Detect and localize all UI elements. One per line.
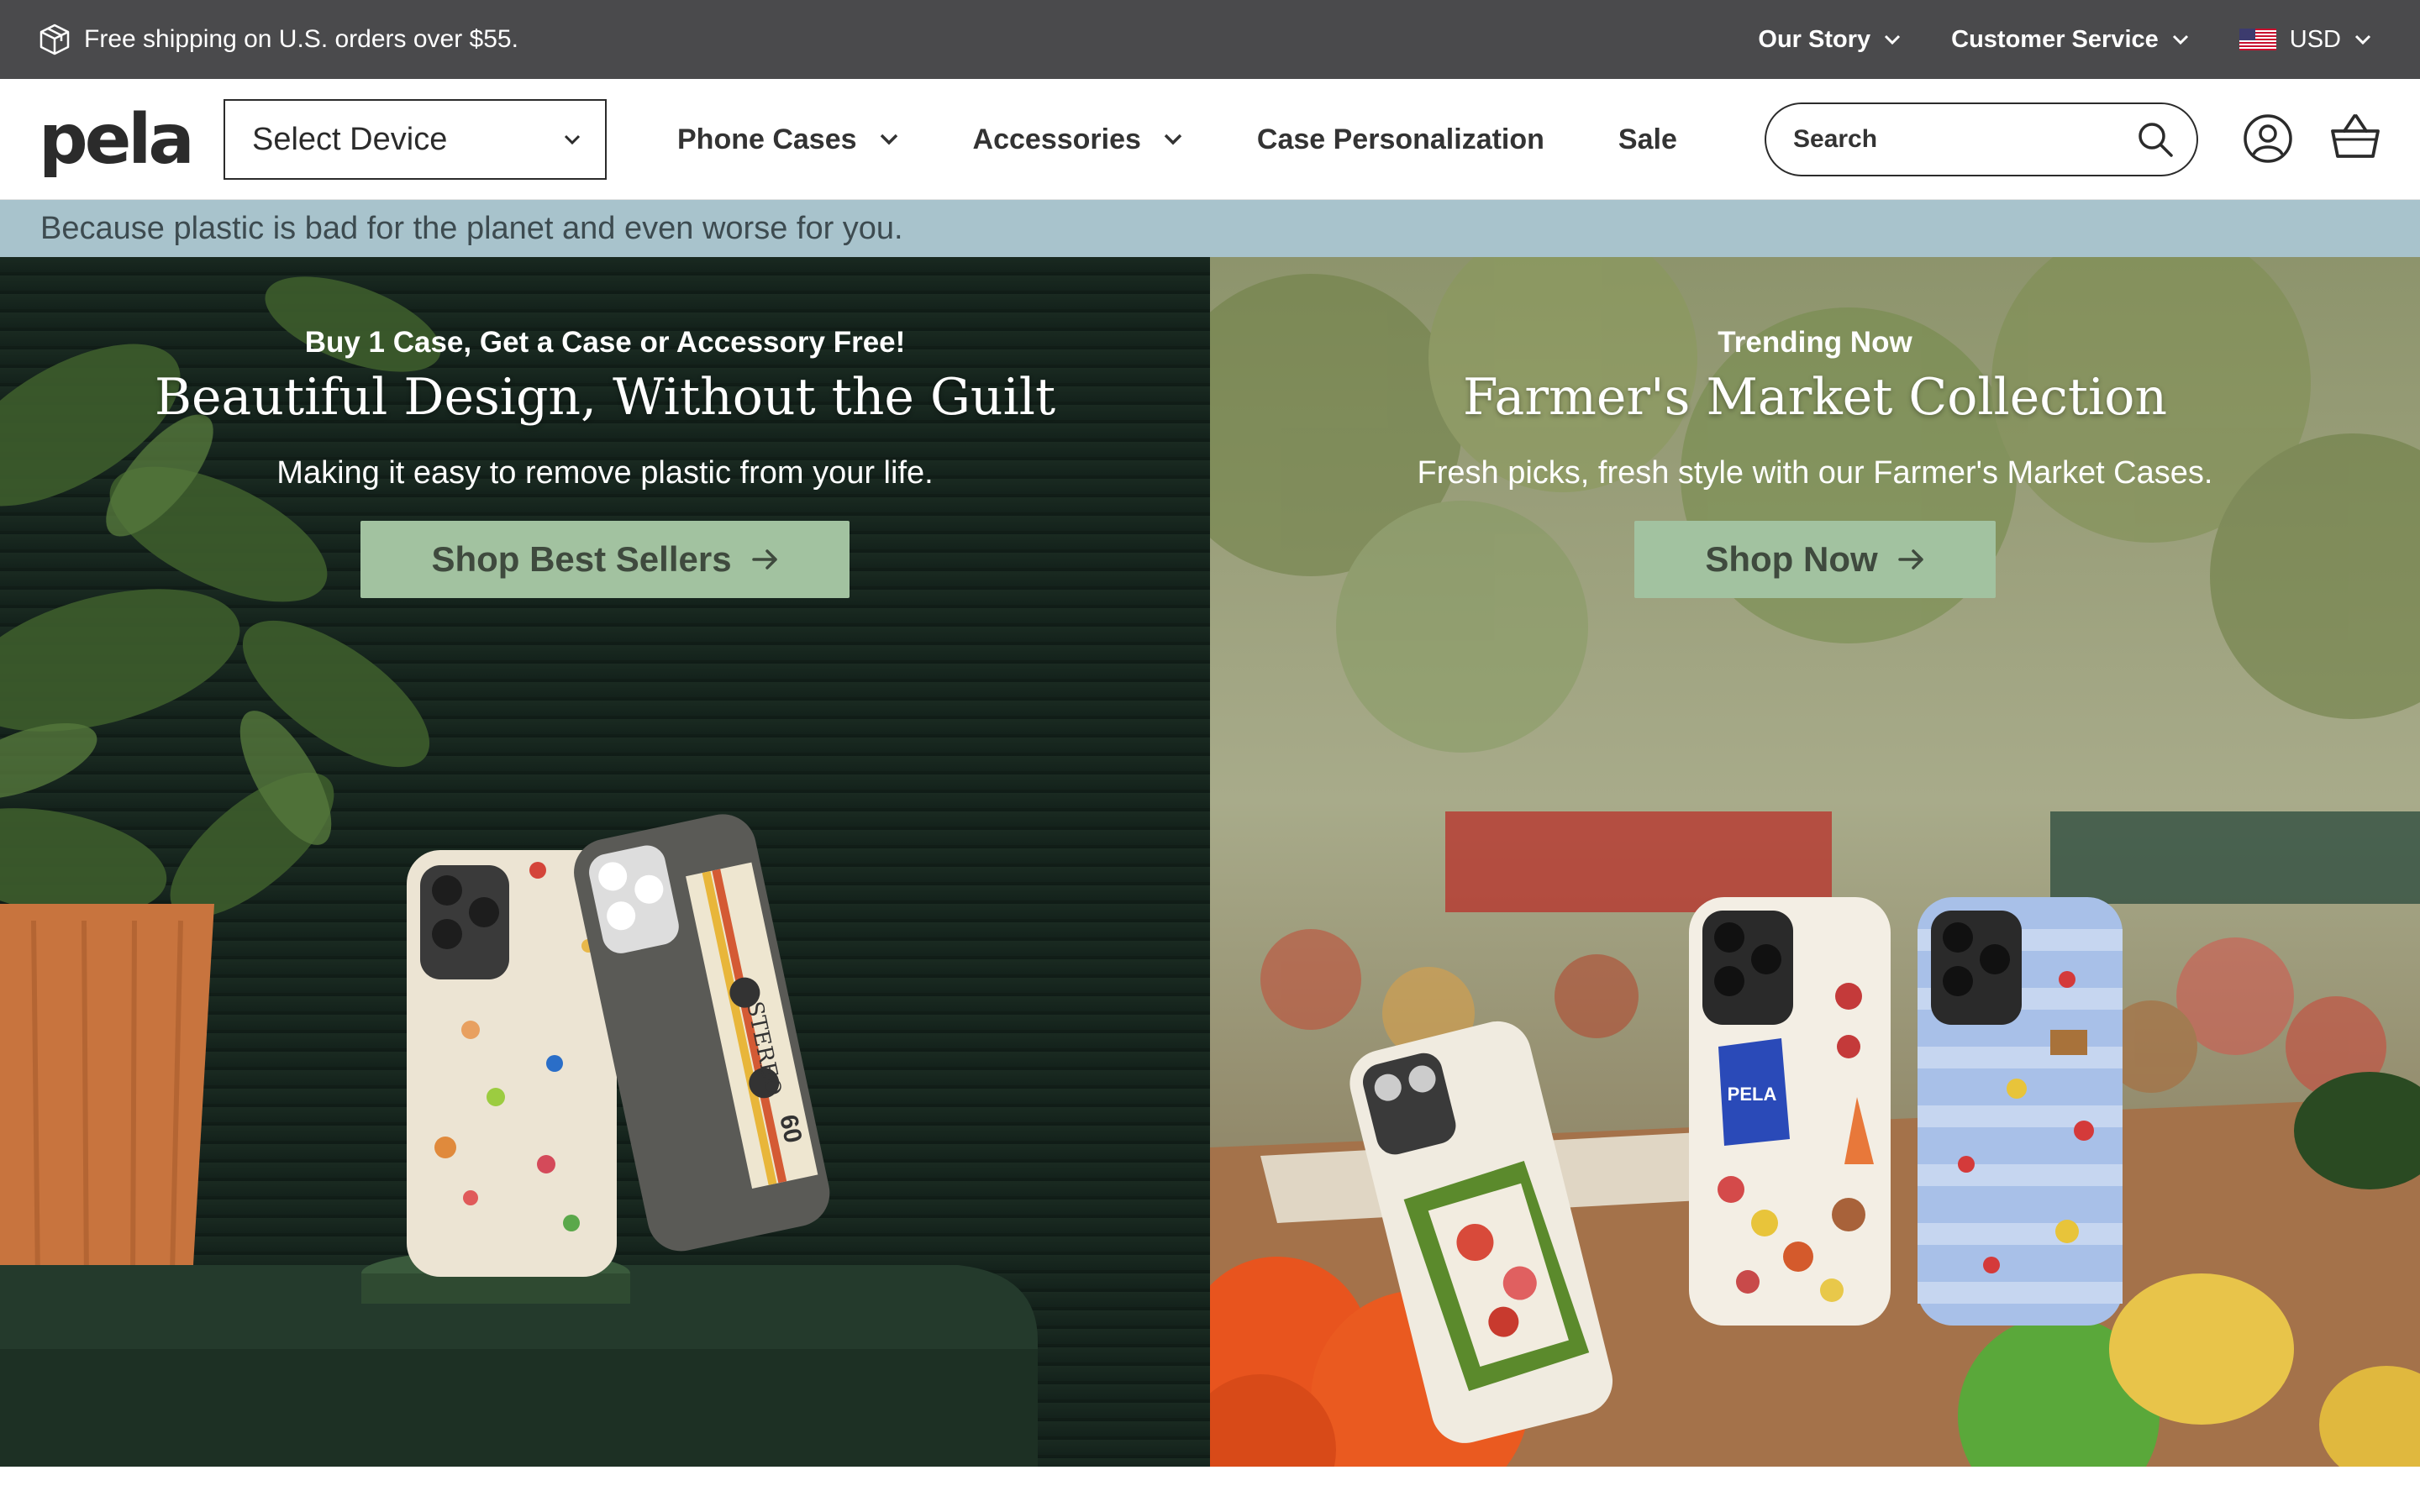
currency-label: USD [2289, 25, 2341, 53]
menu-accessories-label: Accessories [972, 123, 1141, 155]
menu-sale[interactable]: Sale [1618, 123, 1677, 156]
cart-icon[interactable] [2329, 111, 2381, 163]
pela-logo[interactable]: pela [39, 97, 195, 181]
currency-selector[interactable]: USD [2238, 25, 2371, 54]
search-box [1765, 102, 2198, 176]
account-icon[interactable] [2242, 113, 2294, 165]
hero-right-copy: Trending Now Farmer's Market Collection … [1210, 324, 2420, 598]
box-icon [39, 24, 70, 55]
chevron-down-icon [880, 134, 897, 145]
chevron-down-icon [564, 134, 581, 145]
tagline-text: Because plastic is bad for the planet an… [40, 210, 903, 246]
hero-farmers-market: PELA Trending Now Farmer's Market Collec… [1210, 257, 2420, 1467]
page-bottom-gap [0, 1467, 2420, 1512]
hero-left-subtext: Making it easy to remove plastic from yo… [276, 455, 934, 491]
shop-now-button[interactable]: Shop Now [1634, 521, 1996, 598]
menu-case-personalization[interactable]: Case Personalization [1257, 123, 1544, 156]
hero-left-eyebrow: Buy 1 Case, Get a Case or Accessory Free… [304, 326, 906, 359]
menu-sale-label: Sale [1618, 123, 1677, 155]
hero-right-eyebrow: Trending Now [1718, 326, 1912, 359]
hero-best-sellers: STEREO 60 Buy 1 Case, Get a Case or Acce… [0, 257, 1210, 1467]
chevron-down-icon [2354, 34, 2371, 45]
arrow-right-icon [751, 549, 777, 570]
chevron-down-icon [2172, 34, 2188, 45]
shop-now-label: Shop Now [1705, 539, 1878, 579]
market-bag-label: PELA [1728, 1084, 1777, 1105]
shop-best-sellers-button[interactable]: Shop Best Sellers [360, 521, 850, 598]
hero-left-copy: Buy 1 Case, Get a Case or Accessory Free… [0, 324, 1210, 598]
us-flag-icon [2238, 29, 2276, 50]
hero-right-headline: Farmer's Market Collection [1463, 368, 2167, 427]
main-nav: pela Select Device Phone Cases Accessori… [0, 79, 2420, 200]
hero-right-subtext: Fresh picks, fresh style with our Farmer… [1417, 455, 2213, 491]
our-story-link[interactable]: Our Story [1758, 26, 1901, 54]
search-input[interactable] [1791, 124, 2111, 155]
primary-menu: Phone Cases Accessories Case Personaliza… [677, 99, 1677, 180]
menu-phone-cases-label: Phone Cases [677, 123, 857, 155]
select-device-dropdown[interactable]: Select Device [224, 99, 607, 180]
hero-left-headline: Beautiful Design, Without the Guilt [154, 368, 1056, 427]
customer-service-label: Customer Service [1951, 25, 2159, 53]
cassette-number: 60 [774, 1112, 807, 1146]
search-icon[interactable] [2136, 120, 2175, 159]
menu-case-personalization-label: Case Personalization [1256, 123, 1544, 155]
our-story-label: Our Story [1758, 25, 1871, 53]
announcement-bar: Free shipping on U.S. orders over $55. O… [0, 0, 2420, 79]
shipping-text: Free shipping on U.S. orders over $55. [84, 25, 518, 53]
customer-service-link[interactable]: Customer Service [1951, 26, 2189, 54]
select-device-label: Select Device [252, 121, 448, 157]
arrow-right-icon [1897, 549, 1923, 570]
chevron-down-icon [1164, 134, 1182, 145]
shipping-notice: Free shipping on U.S. orders over $55. [39, 18, 518, 60]
tagline-bar: Because plastic is bad for the planet an… [0, 200, 2420, 257]
chevron-down-icon [1885, 34, 1901, 45]
shop-best-sellers-label: Shop Best Sellers [431, 539, 732, 579]
menu-accessories[interactable]: Accessories [973, 123, 1183, 156]
menu-phone-cases[interactable]: Phone Cases [677, 123, 899, 156]
